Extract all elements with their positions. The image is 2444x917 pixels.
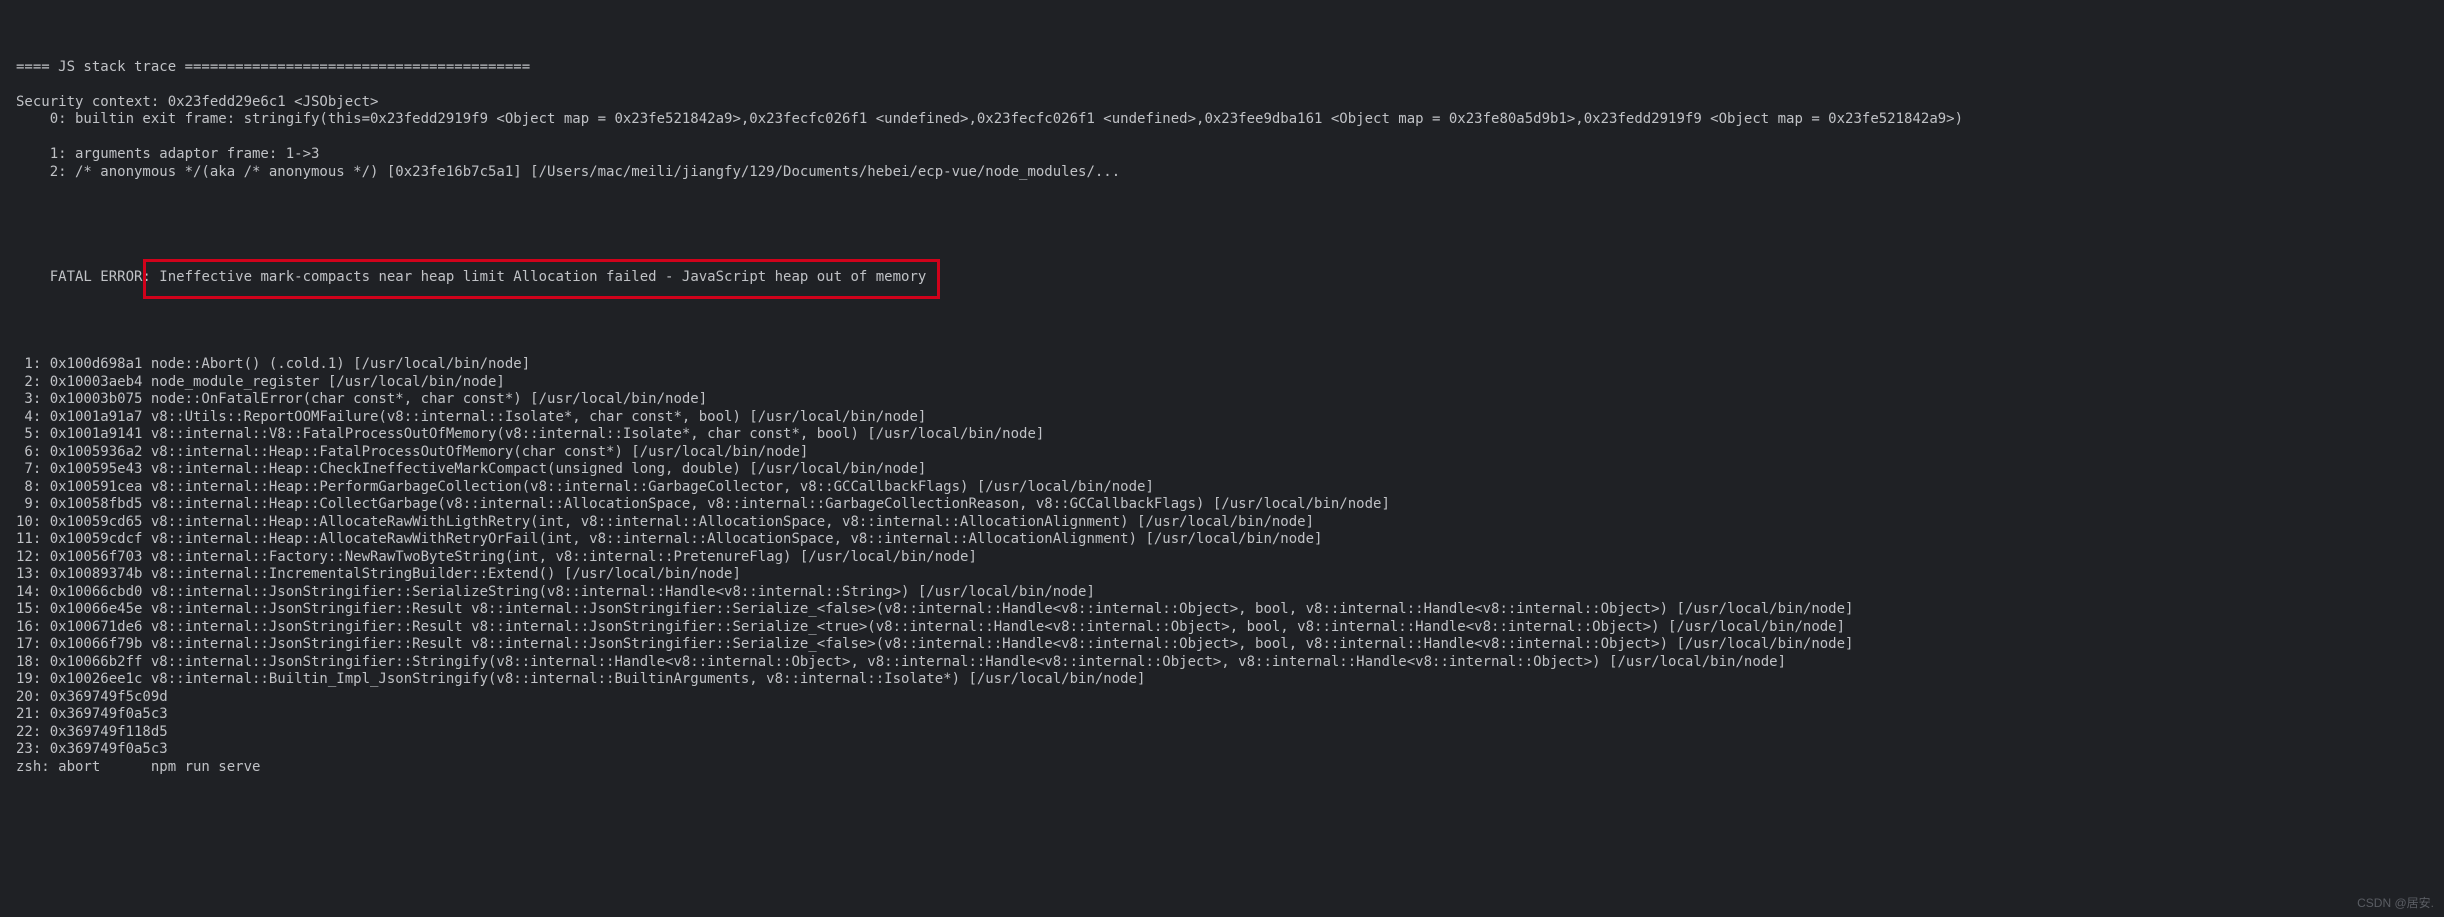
- terminal-line: zsh: abort npm run serve: [0, 759, 2444, 777]
- terminal-line: 13: 0x10089374b v8::internal::Incrementa…: [0, 566, 2444, 584]
- terminal-line: 15: 0x10066e45e v8::internal::JsonString…: [0, 601, 2444, 619]
- terminal-line: 10: 0x10059cd65 v8::internal::Heap::Allo…: [0, 514, 2444, 532]
- terminal-line: 12: 0x10056f703 v8::internal::Factory::N…: [0, 549, 2444, 567]
- stack-trace-header: ==== JS stack trace ====================…: [0, 59, 2444, 199]
- terminal-line: 22: 0x369749f118d5: [0, 724, 2444, 742]
- terminal-line: 18: 0x10066b2ff v8::internal::JsonString…: [0, 654, 2444, 672]
- terminal-line: 0: builtin exit frame: stringify(this=0x…: [0, 111, 2444, 129]
- terminal-line: [0, 181, 2444, 199]
- terminal-line: 4: 0x1001a91a7 v8::Utils::ReportOOMFailu…: [0, 409, 2444, 427]
- terminal-line: 9: 0x10058fbd5 v8::internal::Heap::Colle…: [0, 496, 2444, 514]
- terminal-line: ==== JS stack trace ====================…: [0, 59, 2444, 77]
- terminal-line: 2: 0x10003aeb4 node_module_register [/us…: [0, 374, 2444, 392]
- terminal-line: 2: /* anonymous */(aka /* anonymous */) …: [0, 164, 2444, 182]
- fatal-error-line: FATAL ERROR: Ineffective mark-compacts n…: [0, 251, 2444, 304]
- terminal-line: 21: 0x369749f0a5c3: [0, 706, 2444, 724]
- terminal-line: 19: 0x10026ee1c v8::internal::Builtin_Im…: [0, 671, 2444, 689]
- terminal-line: 1: arguments adaptor frame: 1->3: [0, 146, 2444, 164]
- terminal-line: 17: 0x10066f79b v8::internal::JsonString…: [0, 636, 2444, 654]
- terminal-line: 1: 0x100d698a1 node::Abort() (.cold.1) […: [0, 356, 2444, 374]
- terminal-line: 14: 0x10066cbd0 v8::internal::JsonString…: [0, 584, 2444, 602]
- terminal-line: 8: 0x100591cea v8::internal::Heap::Perfo…: [0, 479, 2444, 497]
- terminal-line: 6: 0x1005936a2 v8::internal::Heap::Fatal…: [0, 444, 2444, 462]
- terminal-line: 16: 0x100671de6 v8::internal::JsonString…: [0, 619, 2444, 637]
- terminal-line: 3: 0x10003b075 node::OnFatalError(char c…: [0, 391, 2444, 409]
- terminal-line: 5: 0x1001a9141 v8::internal::V8::FatalPr…: [0, 426, 2444, 444]
- terminal-line: 11: 0x10059cdcf v8::internal::Heap::Allo…: [0, 531, 2444, 549]
- fatal-error-prefix: FATAL ERROR:: [50, 269, 151, 285]
- terminal-line: 23: 0x369749f0a5c3: [0, 741, 2444, 759]
- terminal-line: Security context: 0x23fedd29e6c1 <JSObje…: [0, 94, 2444, 112]
- terminal-line: [0, 76, 2444, 94]
- fatal-error-message: Ineffective mark-compacts near heap limi…: [151, 269, 926, 285]
- terminal-line: 20: 0x369749f5c09d: [0, 689, 2444, 707]
- watermark: CSDN @居安.: [2357, 896, 2434, 911]
- terminal-line: 7: 0x100595e43 v8::internal::Heap::Check…: [0, 461, 2444, 479]
- terminal-line: [0, 129, 2444, 147]
- terminal-output: ==== JS stack trace ====================…: [0, 0, 2444, 917]
- stack-trace-frames: 1: 0x100d698a1 node::Abort() (.cold.1) […: [0, 356, 2444, 776]
